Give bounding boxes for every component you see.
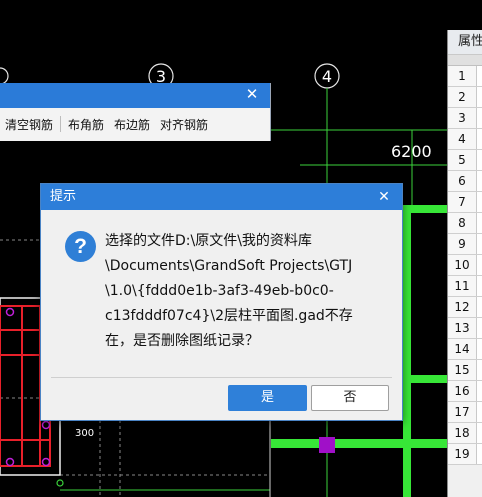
property-row-number: 11 bbox=[448, 276, 477, 296]
property-row-number: 17 bbox=[448, 402, 477, 422]
property-panel-title: 属性 bbox=[448, 30, 482, 55]
close-icon[interactable]: ✕ bbox=[244, 86, 260, 102]
property-row[interactable]: 14 bbox=[448, 339, 482, 360]
toolbar-divider bbox=[60, 116, 62, 132]
property-row[interactable]: 19 bbox=[448, 444, 482, 465]
message-line: \Documents\GrandSoft Projects\GTJ bbox=[105, 258, 353, 274]
property-row-number: 16 bbox=[448, 381, 477, 401]
property-row-value-cell[interactable] bbox=[477, 318, 482, 338]
edge-rebar-button[interactable]: 布边筋 bbox=[109, 116, 155, 133]
question-icon: ? bbox=[65, 231, 96, 262]
property-row-number: 9 bbox=[448, 234, 477, 254]
property-row-value-cell[interactable] bbox=[477, 423, 482, 443]
rebar-tool-window: ✕ 清空钢筋 布角筋 布边筋 对齐钢筋 bbox=[0, 83, 271, 141]
property-row-number: 8 bbox=[448, 213, 477, 233]
property-row[interactable]: 18 bbox=[448, 423, 482, 444]
property-row-value-cell[interactable] bbox=[477, 87, 482, 107]
property-row[interactable]: 15 bbox=[448, 360, 482, 381]
property-row[interactable]: 17 bbox=[448, 402, 482, 423]
property-row[interactable]: 5 bbox=[448, 150, 482, 171]
property-row-number: 15 bbox=[448, 360, 477, 380]
property-row[interactable]: 16 bbox=[448, 381, 482, 402]
dialog-divider bbox=[51, 377, 392, 378]
property-row-number: 13 bbox=[448, 318, 477, 338]
property-row[interactable]: 2 bbox=[448, 87, 482, 108]
property-row[interactable]: 1 bbox=[448, 66, 482, 87]
dialog-titlebar: 提示 ✕ bbox=[41, 184, 402, 210]
property-row-value-cell[interactable] bbox=[477, 402, 482, 422]
property-row[interactable]: 12 bbox=[448, 297, 482, 318]
property-row[interactable]: 9 bbox=[448, 234, 482, 255]
property-row-value-cell[interactable] bbox=[477, 276, 482, 296]
close-icon[interactable]: ✕ bbox=[375, 188, 393, 206]
property-row-value-cell[interactable] bbox=[477, 339, 482, 359]
property-row-value-cell[interactable] bbox=[477, 360, 482, 380]
message-line: 选择的文件D:\原文件\我的资料库 bbox=[105, 233, 312, 249]
property-row-number: 12 bbox=[448, 297, 477, 317]
property-row[interactable]: 10 bbox=[448, 255, 482, 276]
property-row-value-cell[interactable] bbox=[477, 150, 482, 170]
property-row-number: 2 bbox=[448, 87, 477, 107]
property-row-number: 6 bbox=[448, 171, 477, 191]
property-row-value-cell[interactable] bbox=[477, 381, 482, 401]
property-row-number: 3 bbox=[448, 108, 477, 128]
property-row-number: 7 bbox=[448, 192, 477, 212]
property-row[interactable]: 11 bbox=[448, 276, 482, 297]
property-row-value-cell[interactable] bbox=[477, 255, 482, 275]
property-row-value-cell[interactable] bbox=[477, 297, 482, 317]
yes-button[interactable]: 是 bbox=[228, 385, 307, 411]
property-row-value-cell[interactable] bbox=[477, 171, 482, 191]
no-button[interactable]: 否 bbox=[311, 385, 389, 411]
dimension-label: 6200 bbox=[391, 142, 432, 161]
message-line: \1.0\{fddd0e1b-3af3-49eb-b0c0- bbox=[105, 283, 334, 299]
property-row-value-cell[interactable] bbox=[477, 213, 482, 233]
rebar-toolbar: 清空钢筋 布角筋 布边筋 对齐钢筋 bbox=[0, 108, 270, 140]
prompt-dialog: 提示 ✕ ? 选择的文件D:\原文件\我的资料库 \Documents\Gran… bbox=[40, 183, 403, 421]
property-row-number: 1 bbox=[448, 66, 477, 86]
clear-rebar-button[interactable]: 清空钢筋 bbox=[0, 116, 58, 133]
property-row[interactable]: 3 bbox=[448, 108, 482, 129]
property-row-number: 14 bbox=[448, 339, 477, 359]
dialog-message: 选择的文件D:\原文件\我的资料库 \Documents\GrandSoft P… bbox=[105, 229, 375, 354]
dialog-title: 提示 bbox=[50, 189, 77, 204]
property-row-value-cell[interactable] bbox=[477, 108, 482, 128]
axis-label-4: 4 bbox=[322, 67, 332, 86]
property-row-number: 10 bbox=[448, 255, 477, 275]
property-row[interactable]: 4 bbox=[448, 129, 482, 150]
property-row-value-cell[interactable] bbox=[477, 66, 482, 86]
property-row[interactable]: 6 bbox=[448, 171, 482, 192]
property-row-number: 18 bbox=[448, 423, 477, 443]
property-row-value-cell[interactable] bbox=[477, 444, 482, 464]
property-row[interactable]: 13 bbox=[448, 318, 482, 339]
corner-rebar-button[interactable]: 布角筋 bbox=[63, 116, 109, 133]
property-row-value-cell[interactable] bbox=[477, 192, 482, 212]
property-row[interactable]: 7 bbox=[448, 192, 482, 213]
property-row[interactable]: 8 bbox=[448, 213, 482, 234]
property-row-value-cell[interactable] bbox=[477, 129, 482, 149]
property-row-number: 4 bbox=[448, 129, 477, 149]
property-rows: 1 2 3 4 5 6 7 8 9 10 11 12 13 14 15 16 17 18 19 bbox=[448, 66, 482, 465]
property-row-value-cell[interactable] bbox=[477, 234, 482, 254]
property-row-number: 19 bbox=[448, 444, 477, 464]
property-panel-header bbox=[448, 55, 482, 66]
message-line: 在，是否删除图纸记录？ bbox=[105, 333, 259, 349]
align-rebar-button[interactable]: 对齐钢筋 bbox=[155, 116, 213, 133]
property-panel: 属性 1 2 3 4 5 6 7 8 9 10 11 12 13 14 15 16 17 18 19 bbox=[447, 30, 482, 497]
small-dimension-label: 300 bbox=[75, 428, 94, 439]
property-row-number: 5 bbox=[448, 150, 477, 170]
tool-window-titlebar: ✕ bbox=[0, 83, 270, 108]
message-line: c13fdddf07c4}\2层柱平面图.gad不存 bbox=[105, 308, 353, 324]
